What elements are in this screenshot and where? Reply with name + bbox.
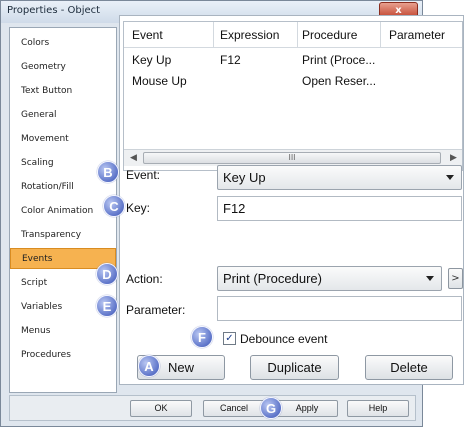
column-header-expression[interactable]: Expression: [220, 28, 279, 42]
grid-cell-procedure[interactable]: Print (Proce...: [302, 53, 378, 67]
column-divider[interactable]: [297, 22, 298, 48]
event-dropdown-value: Key Up: [223, 170, 266, 185]
debounce-checkbox[interactable]: ✓: [223, 332, 236, 345]
category-list: Colors Geometry Text Button General Move…: [9, 27, 117, 393]
column-header-event[interactable]: Event: [132, 28, 163, 42]
duplicate-button[interactable]: Duplicate: [250, 355, 339, 380]
events-grid: Event Expression Procedure Parameter Key…: [123, 21, 463, 171]
callout-badge-c: C: [103, 195, 125, 217]
action-dropdown[interactable]: Print (Procedure): [217, 266, 442, 291]
scroll-right-icon[interactable]: ▶: [446, 151, 461, 165]
grid-cell-expression[interactable]: F12: [220, 53, 294, 67]
chevron-down-icon: [426, 276, 434, 281]
callout-badge-d: D: [96, 263, 118, 285]
action-dropdown-value: Print (Procedure): [223, 271, 322, 286]
parameter-input[interactable]: [217, 296, 462, 321]
delete-button[interactable]: Delete: [365, 355, 453, 380]
event-label: Event:: [126, 168, 161, 182]
apply-button[interactable]: Apply: [276, 400, 338, 417]
scroll-thumb[interactable]: III: [143, 152, 441, 164]
column-header-procedure[interactable]: Procedure: [302, 28, 357, 42]
category-item-menus[interactable]: Menus: [10, 321, 116, 342]
callout-badge-e: E: [96, 295, 118, 317]
category-item-colors[interactable]: Colors: [10, 33, 116, 54]
key-input[interactable]: F12: [217, 196, 462, 221]
grid-cell-event[interactable]: Mouse Up: [132, 74, 212, 88]
action-more-button[interactable]: >: [448, 268, 463, 289]
key-label: Key:: [126, 201, 151, 215]
category-item-geometry[interactable]: Geometry: [10, 57, 116, 78]
window-title: Properties - Object: [7, 5, 101, 16]
events-panel: Event Expression Procedure Parameter Key…: [119, 15, 464, 385]
help-button[interactable]: Help: [347, 400, 409, 417]
callout-badge-g: G: [260, 397, 282, 419]
column-header-parameter[interactable]: Parameter: [389, 28, 445, 42]
callout-badge-b: B: [97, 161, 119, 183]
callout-badge-f: F: [191, 326, 213, 348]
scroll-left-icon[interactable]: ◀: [126, 151, 141, 165]
category-item-text-button[interactable]: Text Button: [10, 81, 116, 102]
event-dropdown[interactable]: Key Up: [217, 165, 462, 190]
cancel-button[interactable]: Cancel: [203, 400, 265, 417]
ok-button[interactable]: OK: [130, 400, 192, 417]
horizontal-scrollbar[interactable]: ◀ III ▶: [124, 149, 462, 166]
category-item-procedures[interactable]: Procedures: [10, 345, 116, 366]
category-item-movement[interactable]: Movement: [10, 129, 116, 150]
debounce-label[interactable]: Debounce event: [240, 332, 327, 346]
column-divider[interactable]: [213, 22, 214, 48]
callout-badge-a: A: [138, 355, 160, 377]
category-item-general[interactable]: General: [10, 105, 116, 126]
category-item-transparency[interactable]: Transparency: [10, 225, 116, 246]
action-label: Action:: [126, 272, 163, 286]
grid-header: Event Expression Procedure Parameter: [124, 22, 462, 48]
grid-cell-event[interactable]: Key Up: [132, 53, 212, 67]
chevron-down-icon: [446, 175, 454, 180]
grid-cell-procedure[interactable]: Open Reser...: [302, 74, 378, 88]
column-divider[interactable]: [380, 22, 381, 48]
category-item-color-animation[interactable]: Color Animation: [10, 201, 116, 222]
dialog-button-bar: OK Cancel Apply Help: [9, 395, 416, 421]
parameter-label: Parameter:: [126, 303, 186, 317]
